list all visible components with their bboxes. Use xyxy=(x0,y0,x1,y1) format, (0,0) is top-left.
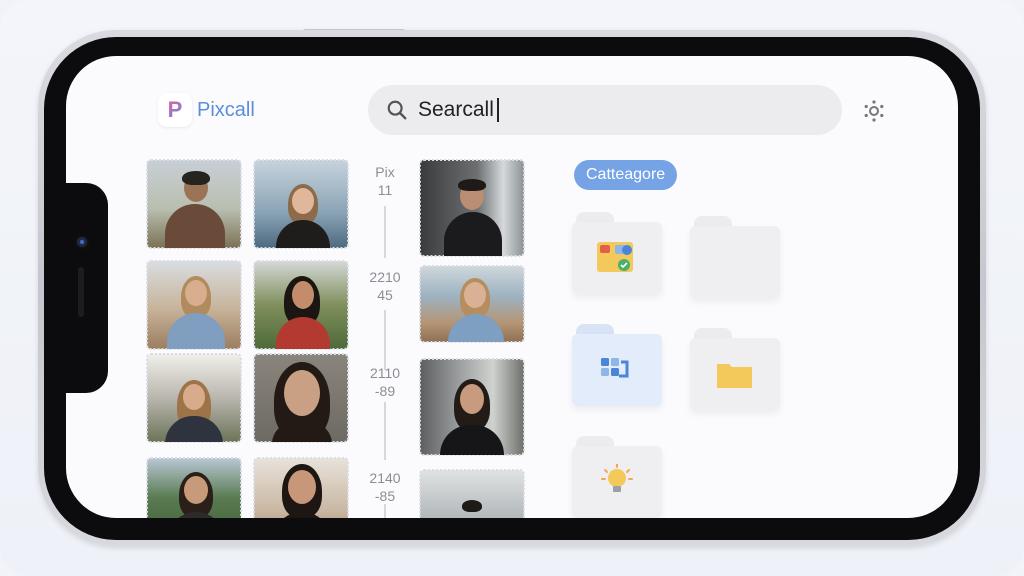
folder-empty[interactable] xyxy=(690,216,780,298)
photo-thumbnail[interactable] xyxy=(253,159,349,249)
photo-thumbnail[interactable] xyxy=(146,260,242,350)
timeline-label: 2210 45 xyxy=(369,269,401,303)
app-name: Pixcall xyxy=(197,99,255,121)
photo-thumbnail[interactable] xyxy=(253,457,349,518)
search-icon xyxy=(387,100,407,120)
app-logo[interactable]: P xyxy=(158,93,192,127)
timeline-label: 2110 -89 xyxy=(369,365,401,399)
photo-thumbnail[interactable] xyxy=(419,265,525,343)
timeline-label: 2140 -85 xyxy=(369,470,401,504)
photo-thumbnail[interactable] xyxy=(253,260,349,350)
front-camera xyxy=(75,235,89,249)
lightbulb-icon xyxy=(601,464,633,492)
search-bar[interactable] xyxy=(368,85,842,135)
speaker-grille xyxy=(78,267,84,317)
photo-thumbnail[interactable] xyxy=(419,358,525,456)
folder-ideas[interactable] xyxy=(572,436,662,518)
photo-collage-icon xyxy=(597,242,633,272)
timeline-line xyxy=(384,402,386,460)
text-caret xyxy=(497,98,499,122)
phone-notch xyxy=(50,183,108,393)
photo-thumbnail[interactable] xyxy=(146,353,242,443)
timeline-line xyxy=(384,310,386,370)
photo-thumbnail[interactable] xyxy=(419,159,525,257)
timeline-label: Pix 11 xyxy=(375,164,395,198)
phone-screen: P Pixcall Searcall Pix 11 2210 45 2110 -… xyxy=(66,56,958,518)
photo-thumbnail[interactable] xyxy=(146,159,242,249)
settings-icon[interactable] xyxy=(862,99,886,123)
folder-icon xyxy=(717,364,752,388)
timeline-line xyxy=(384,504,386,518)
photo-thumbnail[interactable] xyxy=(419,469,525,518)
folder-yellow[interactable] xyxy=(690,328,780,410)
photo-thumbnail[interactable] xyxy=(253,353,349,443)
folder-photos[interactable] xyxy=(572,212,662,294)
puzzle-icon xyxy=(601,358,629,378)
photo-thumbnail[interactable] xyxy=(146,457,242,518)
category-chip[interactable]: Catteagore xyxy=(574,160,678,190)
folder-blue-apps[interactable] xyxy=(572,324,662,406)
search-input[interactable] xyxy=(418,95,798,125)
timeline-line xyxy=(384,206,386,258)
